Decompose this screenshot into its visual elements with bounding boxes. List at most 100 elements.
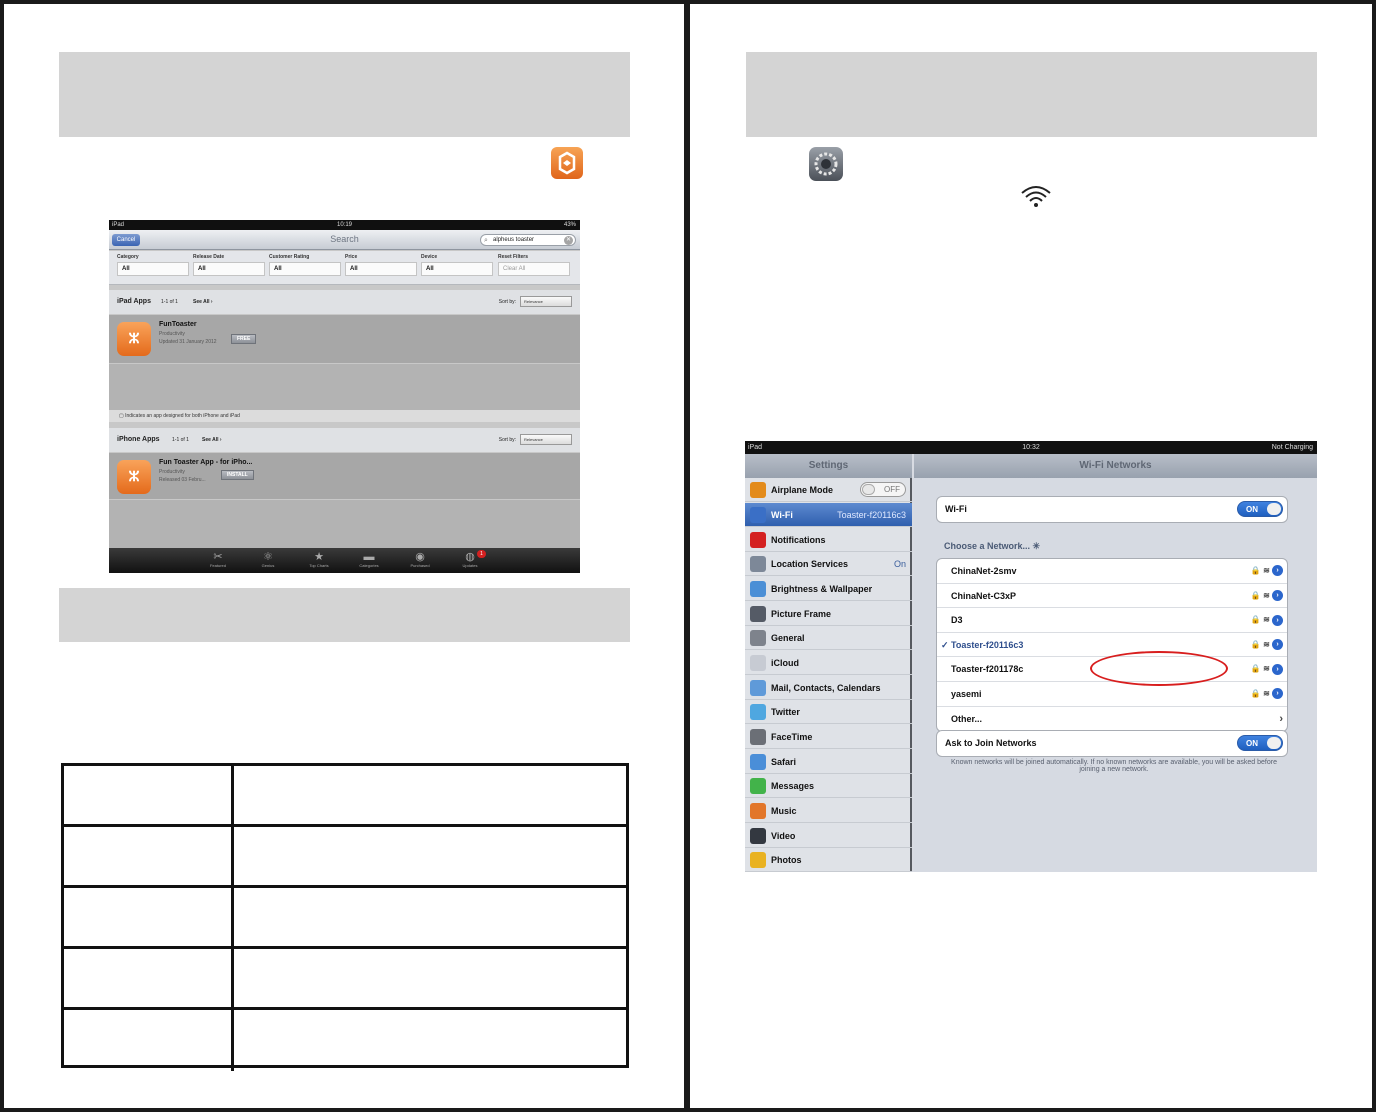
sort-label: Sort by: [498,299,516,305]
cloud-icon [750,655,766,671]
sidebar-item-label: Photos [771,855,802,865]
sidebar-item-brightness[interactable]: Brightness & Wallpaper [745,577,912,601]
wifi-toggle[interactable]: ON [1237,501,1283,517]
table-cell [64,1010,234,1071]
star-icon: ★ [314,551,324,563]
network-status: 🔒 ≋ › [1251,657,1283,681]
sidebar-item-label: Notifications [771,535,826,545]
app-updated: Released 03 Febru... [159,477,206,483]
network-row[interactable]: yasemi 🔒 ≋ › [937,682,1287,707]
sort-select[interactable]: Relevance [520,296,572,307]
sidebar-item-mail[interactable]: Mail, Contacts, Calendars [745,676,912,700]
sort-select[interactable]: Relevance [520,434,572,445]
wifi-label: Wi-Fi [945,504,967,514]
app-name: Fun Toaster App - for iPho... [159,459,253,466]
funtoaster-app-icon: ⵣ [117,322,151,356]
airplane-toggle[interactable]: OFF [860,482,906,497]
sidebar-item-facetime[interactable]: FaceTime [745,725,912,749]
filter-reset[interactable]: Reset Filters Clear All [498,254,570,276]
clear-all-button[interactable]: Clear All [498,262,570,276]
search-input[interactable]: ⌕ alpheus toaster ✕ [480,234,576,246]
filter-release-date[interactable]: Release Date All [193,254,265,276]
sidebar-item-icloud[interactable]: iCloud [745,651,912,675]
filter-customer-rating[interactable]: Customer Rating All [269,254,341,276]
tab-label: Top Charts [309,563,329,568]
sidebar-item-safari[interactable]: Safari [745,750,912,774]
empty-row [109,500,580,548]
battery-label: 43% [563,222,576,228]
app-store-screenshot: iPad 10:19 43% Cancel Search ⌕ alpheus t… [109,220,580,573]
sidebar-item-wifi[interactable]: Wi-Fi Toaster-f20116c3 [745,503,912,527]
sidebar-item-label: Music [771,806,797,816]
ask-join-group: Ask to Join Networks ON [936,730,1288,757]
network-status: 🔒 ≋ › [1251,633,1283,657]
table-row [64,888,626,949]
free-button[interactable]: FREE [231,334,257,344]
filter-category[interactable]: Category All [117,254,189,276]
tab-categories[interactable]: ▬ Categories [349,551,389,568]
network-status: 🔒 ≋ › [1251,682,1283,706]
sidebar-item-location-services[interactable]: Location Services On [745,552,912,576]
tab-label: Genius [261,563,275,568]
battery-label: Not Charging [1271,444,1313,451]
detail-disclosure-icon[interactable]: › [1272,614,1283,626]
detail-disclosure-icon[interactable]: › [1272,688,1283,700]
empty-row [109,364,580,410]
detail-disclosure-icon[interactable]: › [1272,565,1283,577]
see-all-link[interactable]: See All › [202,437,222,443]
sidebar-item-music[interactable]: Music [745,799,912,823]
filter-device[interactable]: Device All [421,254,493,276]
app-updated: Updated 31 January 2012 [159,339,217,345]
sidebar-item-label: Video [771,831,796,841]
sidebar-item-photos[interactable]: Photos [745,848,912,872]
ask-join-toggle[interactable]: ON [1237,735,1283,751]
sidebar-title: Settings [745,454,912,478]
detail-disclosure-icon[interactable]: › [1272,589,1283,601]
wifi-icon [1019,184,1053,208]
app-category: Productivity [159,331,185,337]
table-cell [64,827,234,885]
app-row-ipad[interactable]: ⵣ FunToaster Productivity Updated 31 Jan… [109,315,580,363]
sidebar-item-twitter[interactable]: Twitter [745,700,912,724]
clear-icon[interactable]: ✕ [564,236,573,245]
table-cell [237,1010,626,1071]
network-name: ChinaNet-C3xP [951,590,1017,601]
sidebar-item-messages[interactable]: Messages [745,774,912,798]
network-status: 🔒 ≋ › [1251,608,1283,632]
wifi-icon [750,507,766,523]
sidebar-item-notifications[interactable]: Notifications [745,528,912,552]
network-row-other[interactable]: Other... › [937,707,1287,732]
see-all-link[interactable]: See All › [193,299,213,305]
install-button[interactable]: INSTALL [221,470,254,480]
network-row[interactable]: D3 🔒 ≋ › [937,608,1287,633]
messages-icon [750,778,766,794]
sidebar-item-picture-frame[interactable]: Picture Frame [745,602,912,626]
sidebar-item-general[interactable]: General [745,626,912,650]
search-navbar: Cancel Search ⌕ alpheus toaster ✕ [109,230,580,250]
sidebar-item-video[interactable]: Video [745,824,912,848]
detail-disclosure-icon[interactable]: › [1272,639,1283,651]
network-name: Other... [951,713,983,724]
gear-icon [750,630,766,646]
note-text: Indicates an app designed for both iPhon… [125,413,240,419]
network-row-current[interactable]: ✓ Toaster-f20116c3 🔒 ≋ › [937,633,1287,658]
app-row-iphone[interactable]: ⵣ Fun Toaster App - for iPho... Producti… [109,453,580,499]
tab-top-charts[interactable]: ★ Top Charts [299,551,339,568]
header-box-left [59,52,630,137]
sidebar-item-airplane-mode[interactable]: Airplane Mode OFF [745,478,912,502]
network-row[interactable]: ChinaNet-C3xP 🔒 ≋ › [937,584,1287,609]
tab-purchased[interactable]: ◉ Purchased [400,551,440,568]
table-row [64,827,626,888]
detail-disclosure-icon[interactable]: › [1272,663,1283,675]
network-row[interactable]: ChinaNet-2smv 🔒 ≋ › [937,559,1287,584]
settings-sidebar: Settings Airplane Mode OFF Wi-Fi Toaster-f… [745,454,912,872]
tab-label: Purchased [410,563,430,568]
network-status: 🔒 ≋ › [1251,559,1283,583]
table-cell [237,766,626,824]
tab-featured[interactable]: ✂ Featured [198,551,238,568]
filter-value: All [117,262,189,276]
tab-genius[interactable]: ⚛ Genius [248,551,288,568]
filter-price[interactable]: Price All [345,254,417,276]
photos-icon [750,852,766,868]
table-cell [237,888,626,946]
